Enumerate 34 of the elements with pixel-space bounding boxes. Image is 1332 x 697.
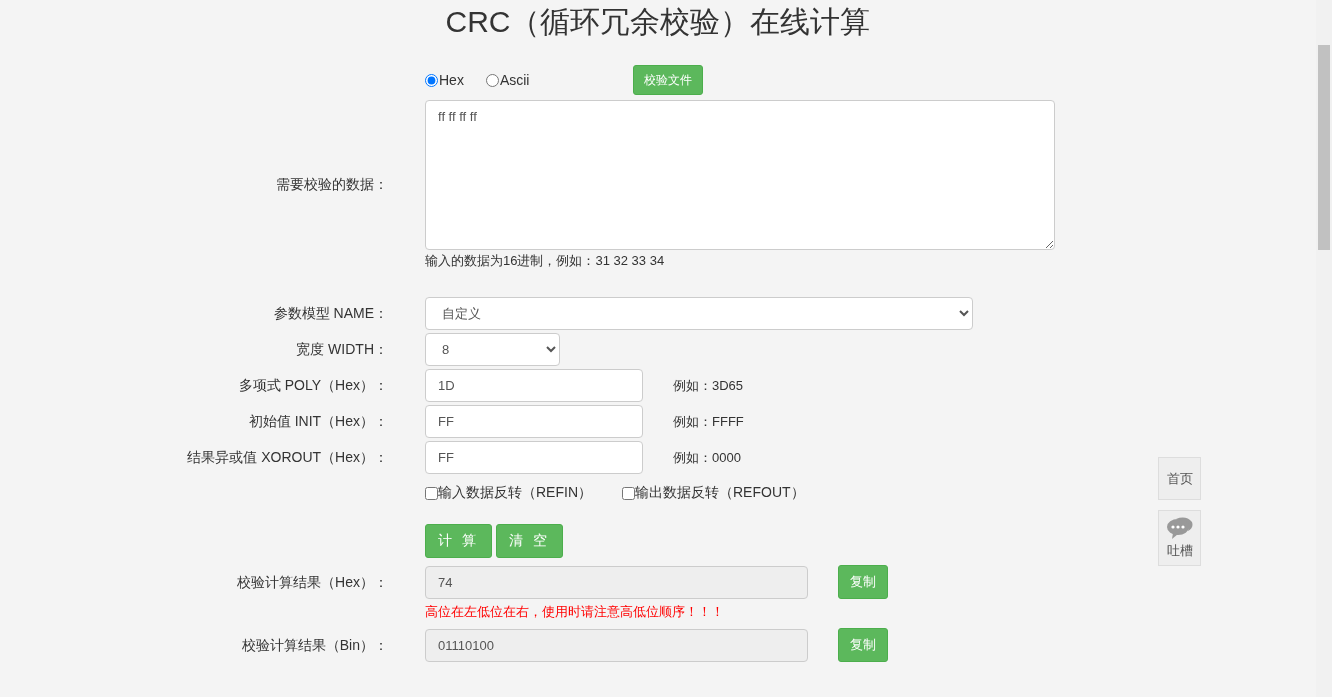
checkbox-label[interactable]: 输出数据反转（REFOUT）	[635, 484, 805, 502]
field-label: 多项式 POLY（Hex）：	[237, 376, 388, 395]
field-label: 初始值 INIT（Hex）：	[247, 412, 388, 431]
radio-button[interactable]	[425, 73, 438, 87]
radio-button[interactable]	[485, 73, 499, 87]
checkbox[interactable]	[622, 486, 635, 500]
data-input-field[interactable]: ff ff ff ff	[425, 100, 1055, 250]
feedback-button[interactable]: 吐槽	[1158, 510, 1201, 566]
field-label: 校验计算结果（Hex）：	[236, 573, 388, 592]
scrollbar-thumb[interactable]	[1318, 45, 1330, 250]
page-title: CRC（循环冗余校验）在线计算	[444, 4, 872, 40]
field-label: 结果异或值 XOROUT（Hex）：	[186, 448, 388, 467]
chat-bubbles-icon	[1165, 516, 1194, 540]
field-label: 参数模型 NAME：	[272, 304, 388, 323]
radio-label[interactable]: Hex	[439, 72, 464, 88]
example-text: 例如：FFFF	[673, 412, 744, 431]
example-text: 例如：3D65	[673, 376, 744, 395]
result-field[interactable]: 74	[425, 565, 808, 599]
warning-text: 高位在左低位在右，使用时请注意高低位顺序！！！	[425, 603, 725, 621]
select-field[interactable]: 8	[425, 333, 560, 366]
field-label: 校验计算结果（Bin）：	[240, 636, 388, 655]
example-text: 例如：0000	[673, 448, 741, 467]
field-label: 宽度 WIDTH：	[295, 340, 388, 359]
text-field[interactable]: FF	[425, 405, 643, 438]
hint-text: 输入的数据为16进制，例如：31 32 33 34	[425, 252, 666, 270]
text-field[interactable]: 1D	[425, 369, 643, 402]
field-label: 需要校验的数据：	[275, 176, 388, 194]
select-field[interactable]: 自定义	[425, 297, 973, 330]
radio-label[interactable]: Ascii	[499, 72, 530, 88]
checkbox[interactable]	[425, 486, 438, 500]
result-field[interactable]: 01110100	[425, 628, 808, 662]
text-field[interactable]: FF	[425, 441, 643, 474]
checkbox-label[interactable]: 输入数据反转（REFIN）	[438, 484, 592, 502]
home-button[interactable]: 首页	[1158, 457, 1201, 500]
